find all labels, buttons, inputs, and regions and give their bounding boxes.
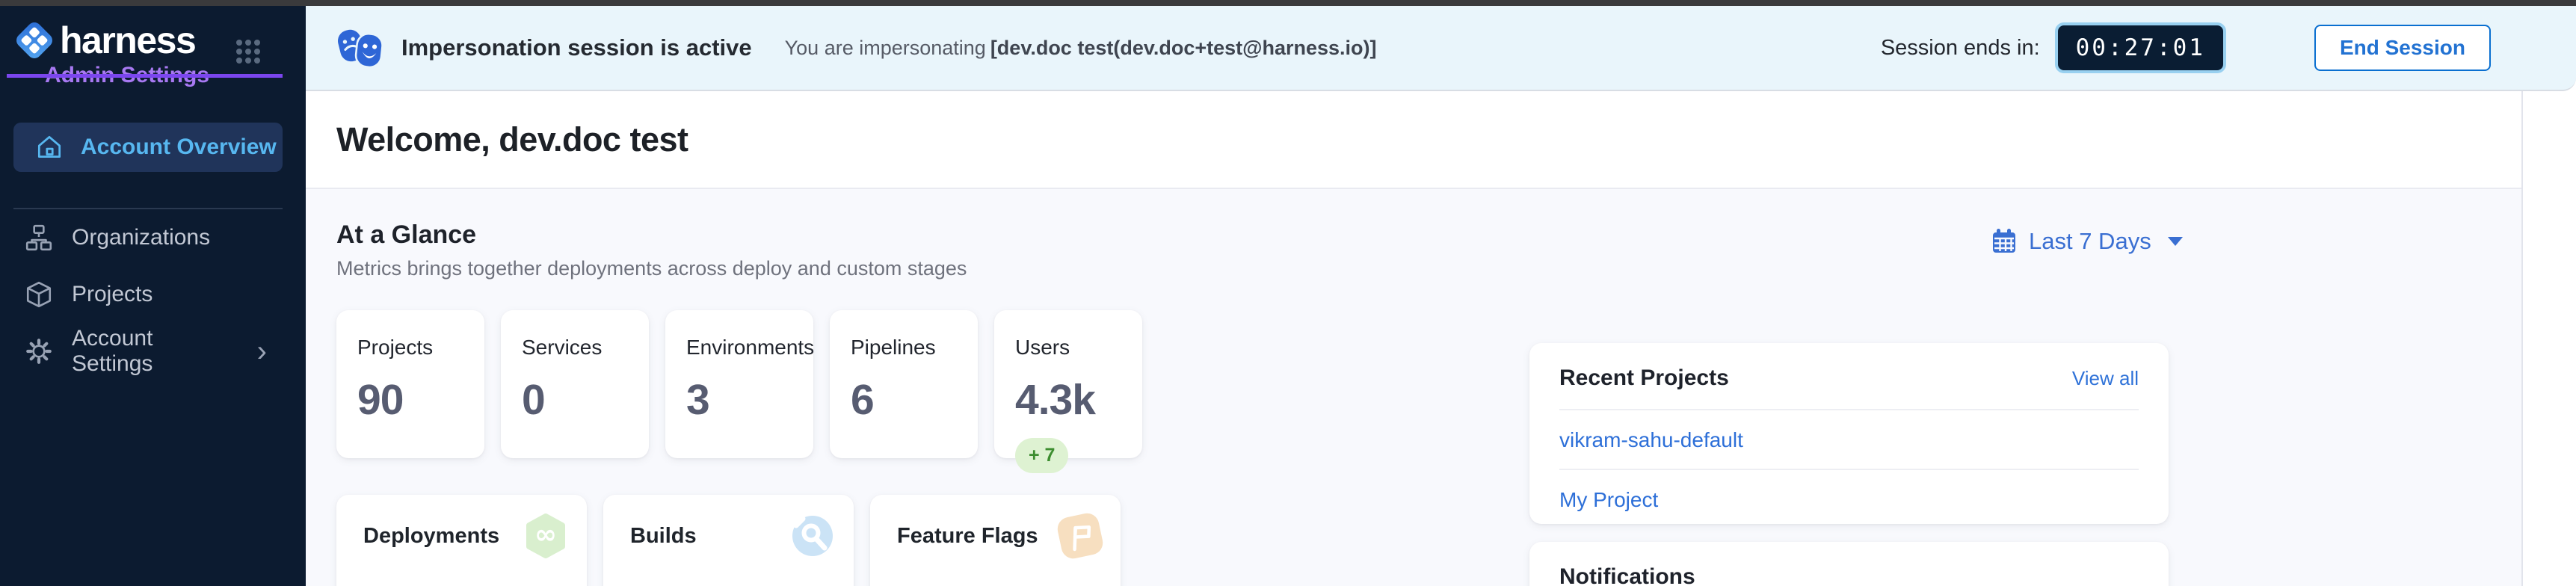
users-delta-badge: + 7 [1015,438,1068,473]
metric-card-environments[interactable]: Environments 3 [665,310,813,458]
metric-label: Environments [686,336,813,360]
view-all-link[interactable]: View all [2072,367,2139,390]
metric-label: Users [1015,336,1142,360]
page-title: Welcome, dev.doc test [336,120,688,159]
metric-label: Pipelines [851,336,978,360]
module-label: Feature Flags [897,524,1038,549]
sidebar-item-account-overview[interactable]: Account Overview [13,123,283,172]
metric-value: 6 [851,379,978,422]
module-card-builds[interactable]: Builds [603,495,854,586]
sidebar-accent-divider [7,74,283,78]
metric-card-services[interactable]: Services 0 [501,310,649,458]
module-label: Builds [630,524,697,549]
metric-value: 3 [686,379,813,422]
apps-grid-icon[interactable] [234,37,262,70]
org-chart-icon [24,223,54,253]
date-range-label: Last 7 Days [2029,228,2151,255]
end-session-button[interactable]: End Session [2314,25,2491,71]
harness-logo-icon [12,18,57,63]
cube-icon [24,280,54,309]
caret-down-icon [2168,237,2183,246]
home-icon [34,132,64,162]
banner-message: You are impersonating[dev.doc test(dev.d… [785,37,1377,60]
impersonation-banner: Impersonation session is active You are … [306,6,2576,91]
glance-section: At a Glance Metrics brings together depl… [306,189,2521,586]
sidebar: harness Admin Settings A [0,6,306,586]
project-link[interactable]: vikram-sahu-default [1559,410,2139,469]
top-strip [0,0,2576,6]
flag-icon [1056,511,1105,561]
notifications-card: Notifications [1529,542,2169,586]
ci-icon [791,514,834,558]
calendar-icon [1991,228,2017,255]
sidebar-item-projects[interactable]: Projects [0,266,306,323]
harness-logo-text: harness [60,19,195,62]
glance-title: At a Glance [336,220,2521,250]
metric-card-users[interactable]: Users 4.3k + 7 [994,310,1142,458]
project-link[interactable]: My Project [1559,470,2139,528]
sidebar-item-label: Account Overview [81,135,277,160]
metric-value: 0 [522,379,649,422]
recent-projects-title: Recent Projects [1559,366,1729,391]
sidebar-item-organizations[interactable]: Organizations [0,209,306,266]
sidebar-item-label: Projects [72,282,152,307]
sidebar-item-label: Account Settings [72,326,239,377]
metric-value: 90 [357,379,484,422]
welcome-header: Welcome, dev.doc test [306,91,2521,189]
metric-label: Projects [357,336,484,360]
module-label: Deployments [363,524,499,549]
date-range-selector[interactable]: Last 7 Days [1991,228,2183,255]
session-timer: 00:27:01 [2055,22,2226,73]
notifications-title: Notifications [1559,564,1695,586]
sidebar-item-account-settings[interactable]: Account Settings › [0,323,306,380]
banner-title: Impersonation session is active [401,34,752,61]
recent-projects-card: Recent Projects View all vikram-sahu-def… [1529,343,2169,524]
chevron-right-icon: › [257,336,267,366]
svg-text:∞: ∞ [534,519,557,550]
session-ends-label: Session ends in: [1881,36,2040,61]
module-card-deployments[interactable]: Deployments ∞ [336,495,587,586]
cd-icon: ∞ [524,513,567,559]
masks-icon [336,25,385,70]
glance-subtitle: Metrics brings together deployments acro… [336,257,2521,280]
sidebar-item-label: Organizations [72,225,210,250]
metric-label: Services [522,336,649,360]
gear-icon [24,336,54,366]
metric-value: 4.3k [1015,379,1142,422]
scrollbar-gutter [2523,91,2576,586]
module-card-feature-flags[interactable]: Feature Flags [870,495,1121,586]
metric-card-projects[interactable]: Projects 90 [336,310,484,458]
metric-card-pipelines[interactable]: Pipelines 6 [830,310,978,458]
